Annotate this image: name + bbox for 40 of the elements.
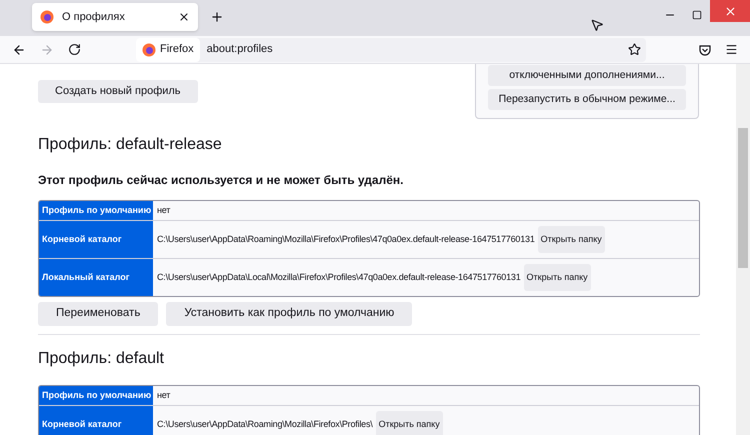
row-header: Корневой каталог (39, 221, 153, 258)
row-header: Локальный каталог (39, 259, 153, 296)
new-tab-icon[interactable] (210, 10, 224, 24)
profile-title: Профиль: default (38, 349, 165, 369)
create-profile-button[interactable]: Создать новый профиль (38, 80, 198, 103)
table-cell-text: нет (157, 388, 170, 402)
table-cell-text: C:\Users\user\AppData\Roaming\Mozilla\Firefox\Profiles\ (157, 418, 373, 431)
row-header: Корневой каталог (39, 406, 153, 435)
restart-button[interactable]: отключенными дополнениями... (488, 65, 686, 86)
table-cell-text: C:\Users\user\AppData\Local\Mozilla\Firefox\Profiles\47q0a0ex.default-release-1647517760131 (157, 270, 521, 284)
pocket-icon[interactable] (699, 44, 711, 56)
scrollbar[interactable] (736, 64, 750, 435)
back-icon[interactable] (12, 42, 26, 56)
profile-notice: Этот профиль сейчас используется и не может быть удалён. (38, 172, 404, 189)
address-bar[interactable]: Firefox about:profiles (136, 38, 646, 62)
profile-title: Профиль: default-release (38, 135, 223, 155)
tab-title: О профилях (62, 10, 126, 25)
reload-icon[interactable] (68, 43, 81, 56)
firefox-logo-icon (142, 42, 156, 56)
profile-action-button[interactable]: Переименовать (38, 302, 158, 326)
open-folder-button[interactable]: Открыть папку (538, 226, 605, 254)
menu-icon[interactable] (725, 43, 738, 56)
table-cell-text: нет (157, 204, 170, 217)
row-header: Профиль по умолчанию (39, 201, 153, 220)
open-folder-button[interactable]: Открыть папку (524, 264, 591, 292)
firefox-logo-icon (40, 10, 54, 24)
bookmark-star-icon[interactable] (628, 43, 641, 56)
table-cell-text: C:\Users\user\AppData\Roaming\Mozilla\Firefox\Profiles\47q0a0ex.default-release-1647517760131 (157, 232, 535, 246)
restart-button[interactable]: Перезапустить в обычном режиме... (488, 89, 686, 110)
url-text: about:profiles (206, 42, 274, 58)
close-icon (724, 4, 736, 18)
identity-label: Firefox (160, 42, 194, 58)
browser-tab[interactable]: О профилях (32, 3, 198, 31)
mouse-cursor-icon (590, 18, 604, 32)
open-folder-button[interactable]: Открыть папку (376, 410, 443, 435)
maximize-icon[interactable] (692, 10, 702, 20)
row-header: Профиль по умолчанию (39, 386, 153, 405)
close-icon[interactable] (178, 11, 190, 23)
close-window-button[interactable] (710, 0, 750, 22)
profile-action-button[interactable]: Установить как профиль по умолчанию (166, 302, 412, 326)
